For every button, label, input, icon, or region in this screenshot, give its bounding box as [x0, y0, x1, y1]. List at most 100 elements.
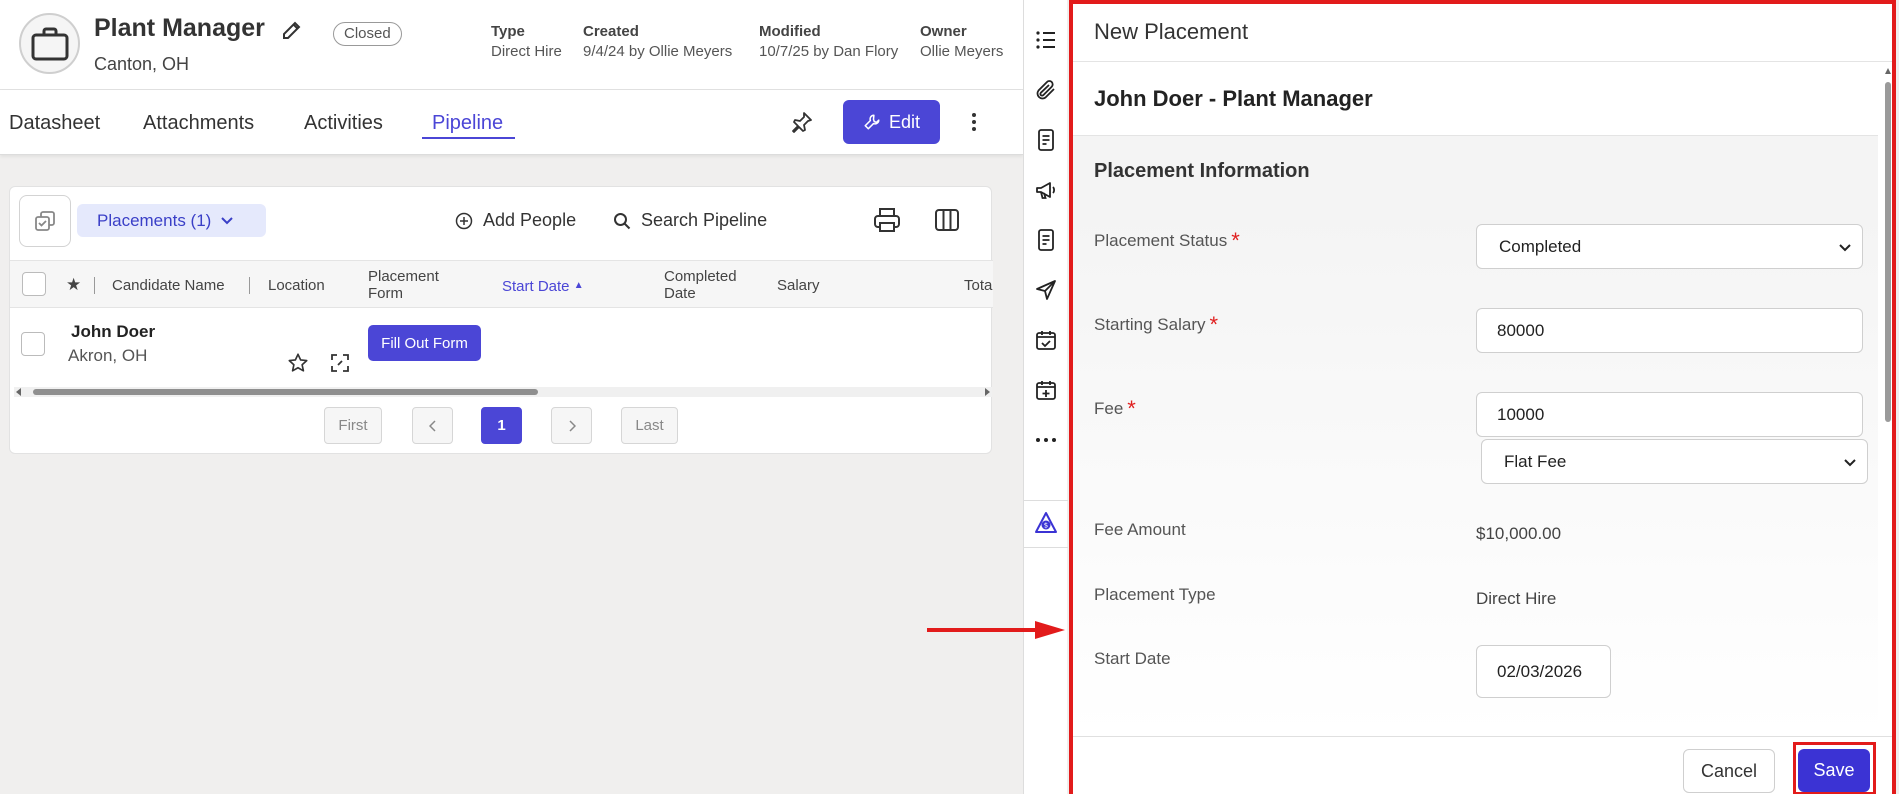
fee-label-text: Fee — [1094, 399, 1124, 418]
megaphone-icon[interactable] — [1034, 178, 1058, 202]
pin-icon[interactable] — [790, 110, 814, 134]
tab-pipeline[interactable]: Pipeline — [432, 112, 503, 135]
page-last-button[interactable]: Last — [621, 407, 678, 444]
horizontal-scroll-thumb[interactable] — [33, 389, 538, 395]
column-salary[interactable]: Salary — [777, 277, 820, 294]
calendar-plus-icon[interactable] — [1034, 378, 1058, 402]
bulk-select-button[interactable] — [19, 195, 71, 247]
tab-activities[interactable]: Activities — [304, 112, 383, 135]
print-icon[interactable] — [873, 207, 901, 233]
column-divider — [249, 277, 250, 294]
tab-datasheet[interactable]: Datasheet — [9, 112, 100, 135]
new-placement-panel: New Placement John Doer - Plant Manager … — [1069, 0, 1896, 794]
horizontal-scrollbar[interactable] — [14, 387, 992, 397]
edit-title-icon[interactable] — [280, 18, 304, 42]
placement-fee-icon[interactable]: $ — [1034, 511, 1058, 535]
record-title: John Doer - Plant Manager — [1094, 86, 1373, 111]
column-location[interactable]: Location — [268, 277, 325, 294]
fee-input[interactable]: 10000 — [1476, 392, 1863, 437]
fee-amount-value: $10,000.00 — [1476, 524, 1562, 543]
select-all-checkbox[interactable] — [22, 272, 46, 296]
paperclip-icon[interactable] — [1034, 78, 1058, 102]
column-total[interactable]: Tota — [964, 277, 992, 294]
fee-amount-label: Fee Amount — [1094, 520, 1186, 539]
page-first-button[interactable]: First — [324, 407, 382, 444]
list-icon[interactable] — [1034, 28, 1058, 52]
meta-type: Type Direct Hire — [491, 22, 562, 62]
fill-out-form-button[interactable]: Fill Out Form — [368, 325, 481, 361]
panel-header: New Placement — [1073, 4, 1892, 62]
fee-type-select[interactable]: Flat Fee — [1481, 439, 1868, 484]
send-icon[interactable] — [1034, 278, 1058, 302]
document-icon[interactable] — [1034, 228, 1058, 252]
scroll-up-icon[interactable] — [1884, 66, 1892, 76]
panel-title: New Placement — [1094, 19, 1249, 44]
column-placement-form[interactable]: Placement Form — [368, 268, 439, 302]
rail-divider — [1024, 547, 1068, 548]
more-horizontal-icon[interactable] — [1034, 428, 1058, 452]
page-next-button[interactable] — [551, 407, 592, 444]
pipeline-card: Placements (1) Add People Search Pipelin… — [9, 186, 993, 454]
required-marker: * — [1209, 312, 1219, 337]
job-title: Plant Manager — [94, 14, 265, 42]
columns-icon[interactable] — [934, 207, 960, 233]
placement-status-label-text: Placement Status — [1094, 231, 1228, 250]
column-candidate-name[interactable]: Candidate Name — [112, 277, 225, 294]
sort-asc-icon: ▲ — [573, 280, 584, 291]
column-completed-date[interactable]: Completed Date — [664, 268, 737, 302]
starting-salary-label: Starting Salary * — [1094, 312, 1218, 338]
note-icon[interactable] — [1034, 128, 1058, 152]
plus-circle-icon — [455, 212, 473, 229]
placement-status-label: Placement Status * — [1094, 228, 1240, 254]
placement-status-value: Completed — [1499, 236, 1582, 256]
column-start-date[interactable]: Start Date ▲ — [502, 277, 584, 295]
column-completed-line2: Date — [664, 285, 696, 302]
placement-status-select[interactable]: Completed — [1476, 224, 1863, 269]
add-people-button[interactable]: Add People — [455, 210, 576, 231]
meta-value: 9/4/24 by Ollie Meyers — [583, 43, 733, 60]
fee-label: Fee * — [1094, 396, 1136, 422]
save-button[interactable]: Save — [1798, 749, 1870, 792]
more-options-icon[interactable] — [968, 110, 980, 134]
start-date-input[interactable]: 02/03/2026 — [1476, 645, 1611, 698]
placements-dropdown-label: Placements (1) — [97, 210, 212, 230]
vertical-scroll-thumb[interactable] — [1885, 82, 1891, 422]
panel-footer: Cancel Save — [1073, 736, 1892, 794]
edit-button[interactable]: Edit — [843, 100, 940, 144]
meta-label: Created — [583, 23, 639, 40]
meta-value: 10/7/25 by Dan Flory — [759, 43, 899, 60]
starting-salary-input[interactable]: 80000 — [1476, 308, 1863, 353]
page-prev-button[interactable] — [412, 407, 453, 444]
meta-value: Ollie Meyers — [920, 43, 1004, 60]
scroll-left-icon[interactable] — [14, 387, 22, 397]
chevron-left-icon — [428, 419, 436, 432]
placement-type-label: Placement Type — [1094, 585, 1216, 604]
calendar-check-icon[interactable] — [1034, 328, 1058, 352]
search-pipeline-button[interactable]: Search Pipeline — [613, 210, 767, 231]
section-header: Placement Information — [1073, 135, 1878, 203]
column-divider — [94, 277, 95, 294]
star-icon[interactable] — [287, 352, 309, 374]
column-completed-line1: Completed — [664, 268, 737, 285]
favorite-column-icon[interactable]: ★ — [66, 276, 81, 293]
meta-owner: Owner Ollie Meyers — [920, 22, 1003, 62]
status-badge: Closed — [333, 22, 402, 46]
candidate-name-link[interactable]: John Doer — [71, 322, 155, 342]
search-icon — [614, 212, 631, 229]
section-title: Placement Information — [1094, 160, 1310, 182]
add-people-label: Add People — [483, 210, 577, 230]
cancel-button[interactable]: Cancel — [1683, 749, 1775, 793]
row-checkbox[interactable] — [21, 332, 45, 356]
tab-attachments[interactable]: Attachments — [143, 112, 254, 135]
placements-dropdown[interactable]: Placements (1) — [77, 204, 266, 237]
meta-label: Modified — [759, 23, 821, 40]
chevron-down-icon — [1839, 244, 1851, 252]
chevron-right-icon — [568, 419, 576, 432]
expand-icon[interactable] — [330, 353, 350, 373]
vertical-scrollbar[interactable] — [1884, 62, 1892, 736]
scroll-right-icon[interactable] — [984, 387, 992, 397]
page-current-button[interactable]: 1 — [481, 407, 522, 444]
meta-label: Owner — [920, 23, 967, 40]
required-marker: * — [1127, 396, 1136, 421]
chevron-down-icon — [1844, 459, 1856, 467]
